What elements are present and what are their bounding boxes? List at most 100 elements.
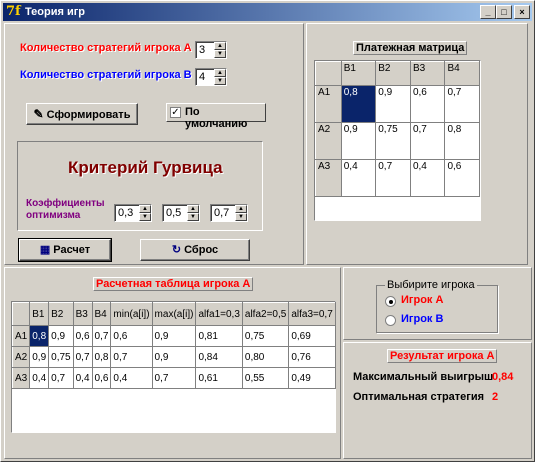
table-cell[interactable]: 0,69: [288, 325, 336, 347]
player-b-label[interactable]: Игрок В: [401, 313, 443, 325]
matrix-cell[interactable]: 0,6: [444, 159, 480, 197]
close-button[interactable]: ×: [514, 5, 530, 19]
table-cell[interactable]: 0,7: [48, 367, 74, 389]
calc-button[interactable]: ▦ Расчет: [18, 238, 112, 262]
table-cell[interactable]: 0,7: [72, 346, 93, 368]
checkmark-icon[interactable]: ✓: [170, 107, 181, 118]
calc-grid-frame: B1 B2 B3 B4 min(a[i]) max(a[i]) alfa1=0,…: [11, 301, 336, 433]
row-header: A3: [315, 159, 342, 197]
row-header: A2: [315, 122, 342, 160]
matrix-cell[interactable]: 0,75: [375, 122, 411, 160]
title-bar[interactable]: 7f Теория игр _ □ ×: [3, 3, 532, 21]
table-cell[interactable]: 0,6: [91, 367, 112, 389]
refresh-icon: ↻: [171, 244, 182, 256]
row-header: A1: [315, 85, 342, 123]
matrix-cell[interactable]: 0,9: [375, 85, 411, 123]
matrix-cell[interactable]: 0,7: [444, 85, 480, 123]
table-cell[interactable]: 0,4: [72, 367, 93, 389]
default-checkbox-label: По умолчанию: [185, 106, 248, 130]
payoff-title: Платежная матрица: [353, 41, 468, 55]
table-cell[interactable]: 0,49: [288, 367, 336, 389]
payoff-grid[interactable]: B1 B2 B3 B4 A1 0,8 0,9 0,6 0,7 A2 0,9 0,…: [315, 61, 480, 197]
row-header: A2: [11, 346, 31, 368]
spin-up-icon[interactable]: ▲: [139, 205, 151, 213]
spin-down-icon[interactable]: ▼: [235, 213, 247, 221]
table-cell[interactable]: 0,8: [29, 325, 50, 347]
matrix-cell[interactable]: 0,8: [340, 85, 377, 123]
calc-grid[interactable]: B1 B2 B3 B4 min(a[i]) max(a[i]) alfa1=0,…: [11, 302, 336, 389]
settings-panel: Количество стратегий игрока А 3 ▲ ▼ Колич…: [4, 23, 304, 265]
table-cell[interactable]: 0,80: [241, 346, 290, 368]
strategies-b-spinner[interactable]: 4 ▲ ▼: [195, 68, 227, 86]
strategies-a-spinner[interactable]: 3 ▲ ▼: [195, 41, 227, 59]
spin-down-icon[interactable]: ▼: [187, 213, 199, 221]
reset-button[interactable]: ↻ Сброс: [140, 239, 250, 261]
corner-cell: [315, 61, 342, 86]
result-panel: Результат игрока А Максимальный выигрыш …: [343, 342, 532, 459]
coef1-spinner[interactable]: 0,3 ▲ ▼: [114, 204, 152, 222]
table-cell[interactable]: 0,7: [151, 367, 197, 389]
table-cell[interactable]: 0,81: [195, 325, 243, 347]
column-header: B1: [340, 61, 377, 86]
table-cell[interactable]: 0,6: [72, 325, 93, 347]
player-groupbox-caption: Выбирите игрока: [385, 279, 477, 291]
table-cell[interactable]: 0,75: [241, 325, 290, 347]
table-cell[interactable]: 0,55: [241, 367, 290, 389]
matrix-cell[interactable]: 0,4: [409, 159, 446, 197]
matrix-cell[interactable]: 0,7: [375, 159, 411, 197]
spin-up-icon[interactable]: ▲: [187, 205, 199, 213]
form-button[interactable]: ✎ Сформировать: [26, 103, 138, 125]
player-b-radio[interactable]: [385, 315, 396, 326]
column-header: B1: [29, 302, 50, 326]
table-cell[interactable]: 0,84: [195, 346, 243, 368]
spin-up-icon[interactable]: ▲: [235, 205, 247, 213]
spin-up-icon[interactable]: ▲: [214, 42, 226, 50]
table-cell[interactable]: 0,9: [29, 346, 50, 368]
form-icon: ✎: [33, 107, 44, 121]
matrix-cell[interactable]: 0,9: [340, 122, 377, 160]
maximize-button[interactable]: □: [496, 5, 512, 19]
main-window: 7f Теория игр _ □ × Количество стратегий…: [0, 0, 535, 462]
table-cell[interactable]: 0,61: [195, 367, 243, 389]
table-cell[interactable]: 0,76: [288, 346, 336, 368]
table-cell[interactable]: 0,9: [48, 325, 74, 347]
coef1-value: 0,3: [118, 207, 134, 219]
form-button-label: Сформировать: [46, 109, 131, 121]
table-cell[interactable]: 0,75: [48, 346, 74, 368]
calc-title: Расчетная таблица игрока А: [93, 277, 254, 291]
table-cell[interactable]: 0,7: [91, 325, 112, 347]
spin-down-icon[interactable]: ▼: [214, 50, 226, 58]
criterion-title: Критерий Гурвица: [68, 158, 223, 177]
matrix-cell[interactable]: 0,7: [409, 122, 446, 160]
spin-down-icon[interactable]: ▼: [139, 213, 151, 221]
coef-label-2: оптимизма: [26, 210, 81, 221]
column-header: B3: [72, 302, 93, 326]
table-cell[interactable]: 0,9: [151, 325, 197, 347]
matrix-cell[interactable]: 0,6: [409, 85, 446, 123]
spin-down-icon[interactable]: ▼: [214, 77, 226, 85]
payoff-grid-frame: B1 B2 B3 B4 A1 0,8 0,9 0,6 0,7 A2 0,9 0,…: [314, 60, 481, 221]
matrix-cell[interactable]: 0,8: [444, 122, 480, 160]
minimize-button[interactable]: _: [480, 5, 496, 19]
payoff-panel: Платежная матрица B1 B2 B3 B4 A1 0,8 0,9…: [306, 23, 528, 265]
table-cell[interactable]: 0,7: [110, 346, 153, 368]
spin-up-icon[interactable]: ▲: [214, 69, 226, 77]
column-header: alfa1=0,3: [195, 302, 243, 326]
strategies-b-label: Количество стратегий игрока В: [20, 69, 192, 81]
table-cell[interactable]: 0,4: [110, 367, 153, 389]
player-a-label[interactable]: Игрок А: [401, 294, 443, 306]
table-cell[interactable]: 0,9: [151, 346, 197, 368]
table-cell[interactable]: 0,8: [91, 346, 112, 368]
table-cell[interactable]: 0,6: [110, 325, 153, 347]
coef2-spinner[interactable]: 0,5 ▲ ▼: [162, 204, 200, 222]
player-select-panel: Выбирите игрока Игрок А Игрок В: [343, 267, 532, 340]
default-checkbox[interactable]: ✓ По умолчанию: [166, 103, 266, 130]
coef3-spinner[interactable]: 0,7 ▲ ▼: [210, 204, 248, 222]
player-a-radio[interactable]: [385, 296, 396, 307]
row-header: A1: [11, 325, 31, 347]
matrix-cell[interactable]: 0,4: [340, 159, 377, 197]
column-header: alfa2=0,5: [241, 302, 290, 326]
table-cell[interactable]: 0,4: [29, 367, 50, 389]
strategies-b-value: 4: [199, 71, 206, 83]
max-win-label: Максимальный выигрыш: [353, 371, 494, 383]
